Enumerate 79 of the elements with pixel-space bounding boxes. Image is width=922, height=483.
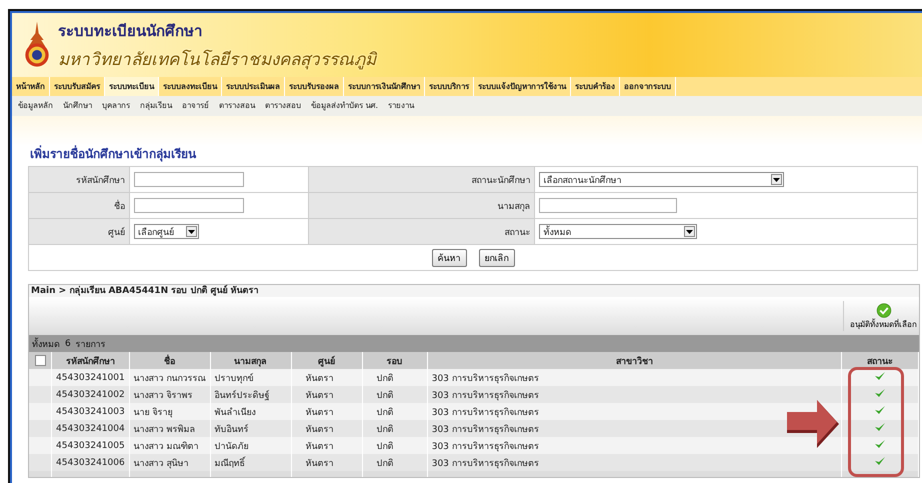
table-cell: นางสาว พรพิมล [129, 420, 210, 437]
submenu-item[interactable]: กลุ่มเรียน [140, 96, 172, 116]
select-all-checkbox[interactable] [34, 355, 46, 366]
total-label: ทั้งหมด [32, 336, 60, 350]
field-label: สถานะนักศึกษา [471, 176, 530, 186]
total-unit: รายการ [76, 338, 106, 350]
text-field[interactable] [134, 198, 244, 213]
column-header: สาขาวิชา [427, 352, 842, 369]
submenu-item[interactable]: ตารางสอบ [265, 96, 301, 116]
table-cell: 303 การบริหารธุรกิจเกษตร [427, 454, 842, 471]
table-cell: ปกติ [362, 386, 428, 403]
table-cell: มณีฤทธิ์ [210, 454, 292, 471]
table-cell: 303 การบริหารธุรกิจเกษตร [427, 437, 842, 454]
table-cell: ปกติ [362, 369, 428, 386]
column-header: ชื่อ [129, 352, 210, 369]
table-cell: นางสาว มณฑิตา [129, 437, 210, 454]
dropdown-arrow-icon [188, 230, 195, 234]
column-header: ศูนย์ [291, 352, 362, 369]
dropdown[interactable]: เลือกสถานะนักศึกษา [539, 172, 784, 187]
table-cell: หันตรา [291, 369, 362, 386]
table-cell: 454303241005 [52, 437, 130, 454]
system-title: ระบบทะเบียนนักศึกษา [58, 20, 203, 42]
submenu-item[interactable]: อาจารย์ [182, 96, 209, 116]
dropdown-arrow-icon [773, 178, 780, 182]
text-field[interactable] [134, 172, 244, 187]
submenu-item[interactable]: นักศึกษา [63, 96, 92, 116]
breadcrumb: Main > กลุ่มเรียน ABA45441N รอบ ปกติ ศูนย์ หันตรา [29, 285, 919, 297]
table-cell: หันตรา [291, 437, 362, 454]
table-cell: 303 การบริหารธุรกิจเกษตร [427, 420, 842, 437]
table-cell: ปกติ [362, 420, 428, 437]
column-header: รอบ [362, 352, 428, 369]
submenu-item[interactable]: ตารางสอน [219, 96, 255, 116]
table-cell: ปราบทุกข์ [210, 369, 292, 386]
form-button[interactable]: ยกเลิก [478, 248, 514, 266]
field-label: สถานะ [504, 228, 530, 238]
dropdown[interactable]: ทั้งหมด [539, 224, 698, 239]
university-name: มหาวิทยาลัยเทคโนโลยีราชมงคลสุวรรณภูมิ [58, 48, 376, 72]
table-cell: 303 การบริหารธุรกิจเกษตร [427, 403, 842, 420]
table-cell: 454303241002 [52, 386, 130, 403]
table-cell: ปกติ [362, 454, 428, 471]
submenu-item[interactable]: ข้อมูลส่งทำบัตร นศ. [311, 96, 378, 116]
submenu-item[interactable]: รายงาน [388, 96, 414, 116]
table-cell: 303 การบริหารธุรกิจเกษตร [427, 369, 842, 386]
menu-item[interactable]: ระบบทะเบียน [105, 77, 159, 96]
field-label: ชื่อ [114, 202, 125, 212]
column-header: นามสกุล [210, 352, 292, 369]
field-label: รหัสนักศึกษา [76, 176, 125, 186]
table-cell: หันตรา [291, 420, 362, 437]
table-cell: ทับอินทร์ [210, 420, 292, 437]
page-title: เพิ่มรายชื่อนักศึกษาเข้ากลุ่มเรียน [30, 144, 198, 163]
table-cell: หันตรา [291, 403, 362, 420]
form-button[interactable]: ค้นหา [432, 248, 466, 266]
approve-button[interactable]: อนุมัติทั้งหมดที่เลือก [843, 301, 919, 331]
table-cell: หันตรา [291, 386, 362, 403]
field-label: นามสกุล [497, 202, 530, 212]
dropdown[interactable]: เลือกศูนย์ [134, 224, 199, 239]
dropdown-arrow-icon [686, 230, 694, 234]
column-header: รหัสนักศึกษา [52, 352, 130, 369]
table-cell: 454303241006 [52, 454, 130, 471]
table-cell: นางสาว สุนิษา [129, 454, 210, 471]
table-cell: ปกติ [362, 437, 428, 454]
table-cell: นาย จิรายุ [129, 403, 210, 420]
table-cell: 303 การบริหารธุรกิจเกษตร [427, 386, 842, 403]
column-header: สถานะ [842, 352, 918, 369]
table-cell: ปานัดภัย [210, 437, 292, 454]
table-cell: ปกติ [362, 403, 428, 420]
table-cell: 454303241003 [52, 403, 130, 420]
table-cell: อินทร์ประดิษฐ์ [210, 386, 292, 403]
text-field[interactable] [539, 198, 678, 213]
table-cell: นางสาว กนกวรรณ [129, 369, 210, 386]
table-cell: 454303241004 [52, 420, 130, 437]
field-label: ศูนย์ [108, 228, 125, 238]
table-cell: 454303241001 [52, 369, 130, 386]
table-cell: หันตรา [291, 454, 362, 471]
total-count: 6 [65, 338, 71, 348]
table-cell: พันลำเนียง [210, 403, 292, 420]
table-cell: นางสาว จิราพร [129, 386, 210, 403]
submenu-item[interactable]: ข้อมูลหลัก [18, 96, 53, 116]
submenu-item[interactable]: บุคลากร [102, 96, 130, 116]
